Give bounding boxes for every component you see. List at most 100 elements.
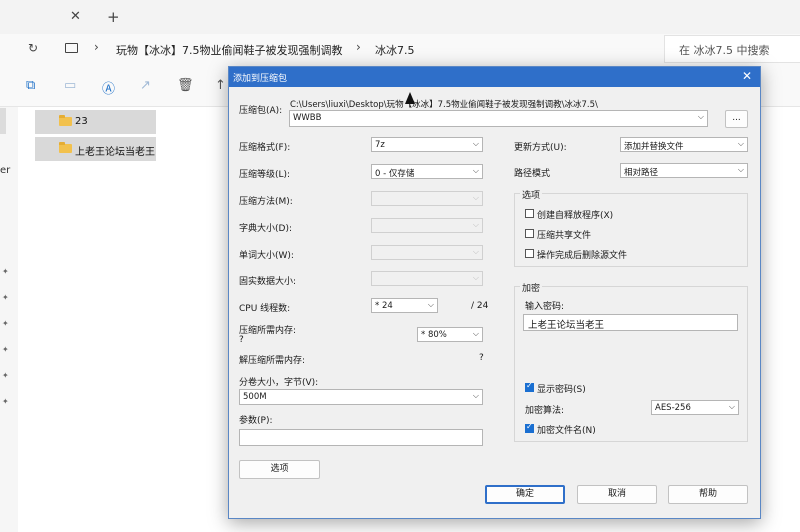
chevron-down-icon: ⌵ — [737, 139, 744, 148]
file-name: 上老王论坛当老王 — [75, 147, 155, 158]
dialog-title: 添加到压缩包 — [233, 74, 288, 84]
search-input[interactable]: 在 冰冰7.5 中搜索 — [664, 35, 800, 63]
chevron-right-icon: › — [356, 40, 361, 54]
chevron-down-icon: ⌵ — [737, 165, 744, 174]
options-button[interactable]: 选项 — [239, 460, 320, 479]
split-select[interactable]: 500M ⌵ — [239, 389, 483, 405]
method-label: 压缩方法(M): — [239, 197, 293, 207]
folder-icon — [59, 115, 72, 126]
chevron-down-icon: ⌵ — [472, 329, 479, 338]
nav-selection — [0, 108, 6, 134]
params-input[interactable] — [239, 429, 483, 446]
word-select[interactable]: ⌵ — [371, 245, 483, 260]
encryption-method-label: 加密算法: — [525, 406, 565, 416]
folder-icon — [59, 142, 72, 153]
level-label: 压缩等级(L): — [239, 170, 291, 180]
sfx-checkbox[interactable] — [525, 209, 534, 218]
password-value: 上老王论坛当老王 — [528, 320, 605, 331]
delete-after-checkbox[interactable] — [525, 249, 534, 258]
tab-bar: ✕ + — [0, 0, 800, 34]
navigation-pane: er ✦ ✦ ✦ ✦ ✦ ✦ — [0, 107, 18, 532]
list-item[interactable]: 23 — [35, 110, 156, 134]
show-password-label: 显示密码(S) — [537, 385, 586, 395]
pin-icon: ✦ — [2, 397, 9, 406]
format-select[interactable]: 7z ⌵ — [371, 137, 483, 152]
list-item[interactable]: 上老王论坛当老王 — [35, 137, 156, 161]
archive-path: C:\Users\liuxi\Desktop\玩物【冰冰】7.5物业偷闻鞋子被发… — [290, 100, 598, 110]
encryption-method-value: AES-256 — [655, 403, 691, 413]
mem-label: 压缩所需内存: — [239, 326, 297, 336]
delete-after-label: 操作完成后删除源文件 — [537, 251, 628, 261]
cpu-select[interactable]: * 24 ⌵ — [371, 298, 438, 313]
pin-icon: ✦ — [2, 267, 9, 276]
chevron-down-icon: ⌵ — [472, 391, 479, 400]
chevron-down-icon: ⌵ — [472, 166, 479, 175]
archive-name-value: WWBB — [293, 113, 322, 123]
encryption-group-title: 加密 — [520, 281, 543, 294]
nav-item-label[interactable]: er — [0, 165, 10, 176]
show-password-checkbox[interactable] — [525, 381, 534, 392]
password-input[interactable]: 上老王论坛当老王 — [523, 314, 738, 331]
close-icon[interactable]: ✕ — [742, 69, 752, 83]
refresh-icon[interactable]: ↻ — [28, 41, 38, 55]
help-button[interactable]: 帮助 — [668, 485, 748, 504]
shared-label: 压缩共享文件 — [537, 231, 592, 241]
pin-icon: ✦ — [2, 293, 9, 302]
path-mode-select[interactable]: 相对路径 ⌵ — [620, 163, 748, 178]
sfx-label: 创建自释放程序(X) — [537, 211, 614, 221]
cpu-label: CPU 线程数: — [239, 304, 291, 314]
level-select[interactable]: 0 - 仅存储 ⌵ — [371, 164, 483, 179]
update-label: 更新方式(U): — [514, 143, 567, 153]
breadcrumb-item[interactable]: 玩物【冰冰】7.5物业偷闻鞋子被发现强制调教 — [116, 42, 343, 58]
mem-value: * 80% — [421, 330, 447, 340]
split-value: 500M — [243, 392, 267, 402]
mouse-cursor — [405, 92, 415, 104]
word-label: 单词大小(W): — [239, 251, 294, 261]
shared-checkbox[interactable] — [525, 229, 534, 238]
pin-icon: ✦ — [2, 319, 9, 328]
method-select[interactable]: ⌵ — [371, 191, 483, 206]
pin-icon: ✦ — [2, 371, 9, 380]
update-select[interactable]: 添加并替换文件 ⌵ — [620, 137, 748, 152]
chevron-down-icon: ⌵ — [472, 247, 479, 256]
dict-select[interactable]: ⌵ — [371, 218, 483, 233]
solid-label: 固实数据大小: — [239, 277, 297, 287]
options-group-title: 选项 — [520, 188, 543, 201]
pin-icon: ✦ — [2, 345, 9, 354]
paste-icon[interactable]: ▭ — [64, 78, 76, 93]
format-label: 压缩格式(F): — [239, 143, 291, 153]
chevron-down-icon: ⌵ — [728, 402, 735, 411]
update-value: 添加并替换文件 — [624, 142, 684, 152]
dialog-title-bar[interactable]: 添加到压缩包 ✕ — [229, 67, 760, 87]
new-tab-icon[interactable]: + — [107, 8, 120, 26]
copy-icon[interactable]: ⧉ — [26, 78, 35, 93]
level-value: 0 - 仅存储 — [375, 169, 415, 179]
encryption-method-select[interactable]: AES-256 ⌵ — [651, 400, 739, 415]
close-tab-icon[interactable]: ✕ — [70, 9, 81, 24]
path-mode-label: 路径模式 — [514, 169, 551, 179]
archive-name-combo[interactable]: WWBB ⌵ — [289, 110, 708, 127]
sort-icon[interactable]: ↑ — [215, 78, 226, 93]
path-mode-value: 相对路径 — [624, 168, 659, 178]
ok-button[interactable]: 确定 — [485, 485, 565, 504]
cancel-button[interactable]: 取消 — [577, 485, 657, 504]
cpu-total: / 24 — [471, 301, 489, 311]
solid-select[interactable]: ⌵ — [371, 271, 483, 286]
password-label: 输入密码: — [525, 302, 565, 312]
computer-icon[interactable] — [65, 43, 78, 53]
encrypt-names-checkbox[interactable] — [525, 422, 534, 433]
chevron-down-icon: ⌵ — [472, 220, 479, 229]
encrypt-names-label: 加密文件名(N) — [537, 426, 596, 436]
browse-button[interactable]: ... — [725, 110, 748, 128]
delete-icon[interactable]: 🗑 — [177, 78, 194, 93]
chevron-right-icon: › — [94, 40, 99, 54]
cpu-value: * 24 — [375, 301, 393, 311]
breadcrumb-item[interactable]: 冰冰7.5 — [375, 42, 415, 58]
format-value: 7z — [375, 140, 385, 150]
share-icon[interactable]: ↗ — [140, 78, 151, 93]
mem-select[interactable]: * 80% ⌵ — [417, 327, 483, 342]
archive-label: 压缩包(A): — [239, 106, 283, 116]
decompress-mem-label: 解压缩所需内存: — [239, 356, 306, 366]
chevron-down-icon: ⌵ — [697, 112, 704, 121]
rename-icon[interactable]: Ⓐ — [102, 78, 115, 97]
